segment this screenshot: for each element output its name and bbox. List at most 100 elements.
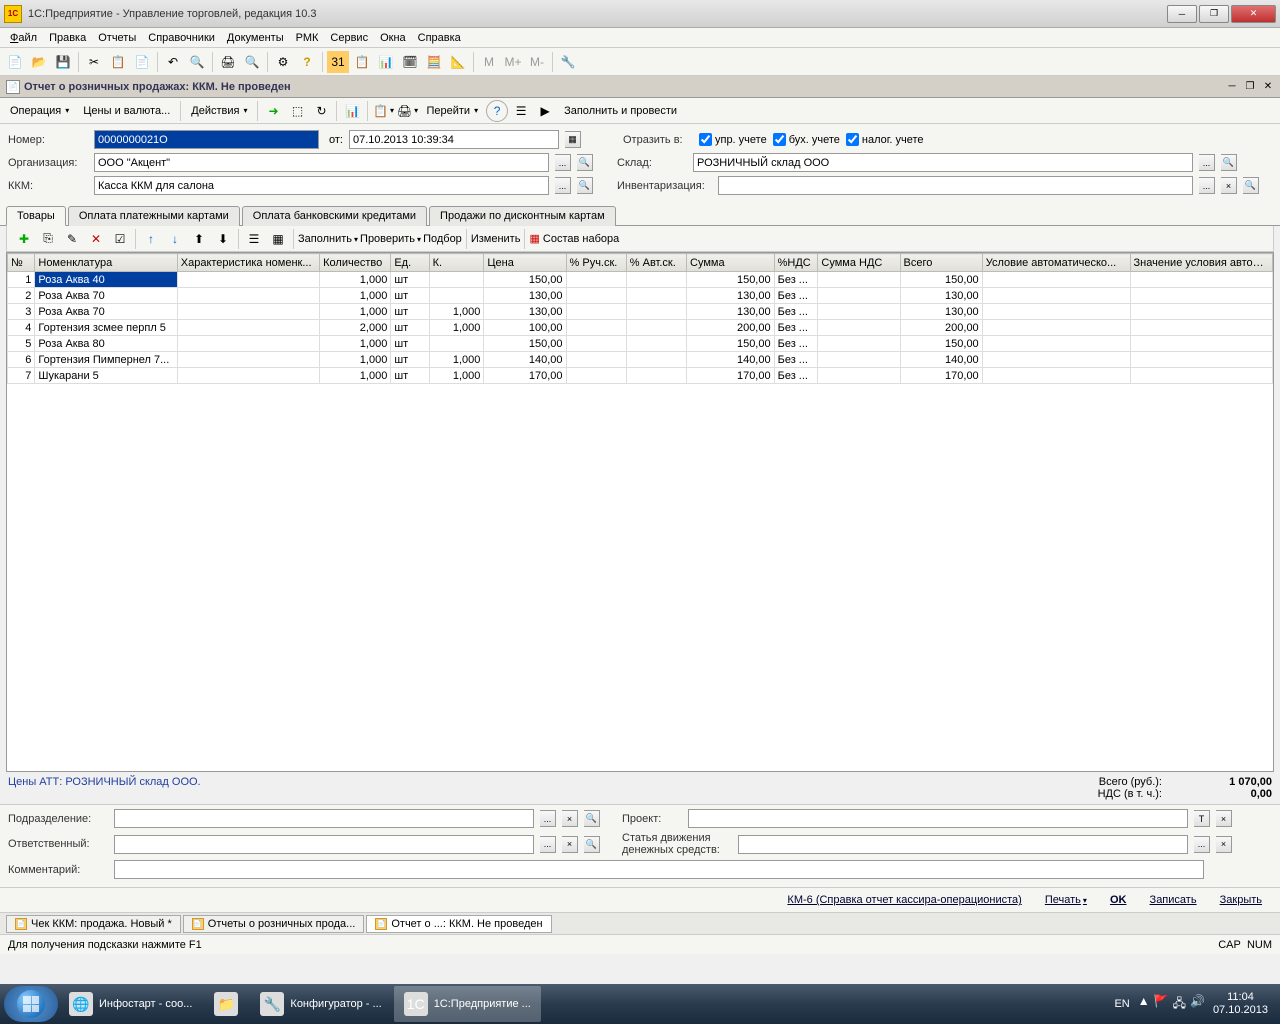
mdi-tab[interactable]: 📄Чек ККМ: продажа. Новый *: [6, 915, 181, 933]
tool3-icon[interactable]: 📊: [375, 51, 397, 73]
menu-help[interactable]: Справка: [412, 30, 467, 46]
otv-input[interactable]: [114, 835, 534, 854]
kkm-input[interactable]: Касса ККМ для салона: [94, 176, 549, 195]
invent-open-icon[interactable]: 🔍: [1243, 177, 1259, 194]
find-icon[interactable]: 🔍: [186, 51, 208, 73]
col-header[interactable]: Ед.: [391, 254, 429, 272]
podr-open-icon[interactable]: 🔍: [584, 810, 600, 827]
menu-rmk[interactable]: РМК: [290, 30, 325, 46]
podr-input[interactable]: [114, 809, 534, 828]
date-input[interactable]: 07.10.2013 10:39:34: [349, 130, 559, 149]
change-button[interactable]: Изменить: [471, 233, 521, 245]
tool6-icon[interactable]: 📐: [447, 51, 469, 73]
calendar-icon[interactable]: 31: [327, 51, 349, 73]
otv-clear-icon[interactable]: ×: [562, 836, 578, 853]
save-button[interactable]: Записать: [1140, 891, 1207, 909]
col-header[interactable]: Характеристика номенк...: [177, 254, 319, 272]
col-header[interactable]: Сумма НДС: [818, 254, 900, 272]
col-header[interactable]: К.: [429, 254, 484, 272]
operation-button[interactable]: Операция: [4, 103, 75, 119]
minimize-button[interactable]: ─: [1167, 5, 1197, 23]
table-row[interactable]: 5Роза Аква 801,000шт150,00150,00Без ...1…: [8, 336, 1273, 352]
tab-credits[interactable]: Оплата банковскими кредитами: [242, 206, 427, 226]
mark-row-icon[interactable]: ☑: [109, 228, 131, 250]
sklad-open-icon[interactable]: 🔍: [1221, 154, 1237, 171]
chk-buh[interactable]: бух. учете: [773, 133, 840, 146]
stat-select-icon[interactable]: ...: [1194, 836, 1210, 853]
table-row[interactable]: 6Гортензия Пимпернел 7...1,000шт1,000140…: [8, 352, 1273, 368]
kom-input[interactable]: [114, 860, 1204, 879]
col-header[interactable]: Всего: [900, 254, 982, 272]
copy-row-icon[interactable]: ⎘: [37, 228, 59, 250]
km6-button[interactable]: КМ-6 (Справка отчет кассира-операционист…: [777, 891, 1031, 909]
tool4-icon[interactable]: 🗓: [399, 51, 421, 73]
props-icon[interactable]: ☰: [510, 100, 532, 122]
col-header[interactable]: Количество: [320, 254, 391, 272]
tray-clock[interactable]: 11:04 07.10.2013: [1213, 991, 1268, 1017]
chk-nalog[interactable]: налог. учете: [846, 133, 924, 146]
col-header[interactable]: Условие автоматическо...: [982, 254, 1130, 272]
menu-service[interactable]: Сервис: [324, 30, 374, 46]
maximize-button[interactable]: ❐: [1199, 5, 1229, 23]
table-row[interactable]: 7Шукарани 51,000шт1,000170,00170,00Без .…: [8, 368, 1273, 384]
m-plus-icon[interactable]: M+: [502, 51, 524, 73]
print2-icon[interactable]: 🖨: [396, 100, 418, 122]
col-header[interactable]: Сумма: [687, 254, 775, 272]
proj-clear-icon[interactable]: ×: [1216, 810, 1232, 827]
move-down-icon[interactable]: ↓: [164, 228, 186, 250]
struct-icon[interactable]: 📊: [341, 100, 363, 122]
col-header[interactable]: Значение условия автом...: [1130, 254, 1272, 272]
org-input[interactable]: ООО "Акцент": [94, 153, 549, 172]
tray-flag-icon[interactable]: 🚩: [1154, 994, 1169, 1015]
invent-select-icon[interactable]: ...: [1199, 177, 1215, 194]
m-icon[interactable]: M: [478, 51, 500, 73]
col-header[interactable]: % Авт.ск.: [626, 254, 686, 272]
number-input[interactable]: 0000000021О: [94, 130, 319, 149]
calc-icon[interactable]: 🧮: [423, 51, 445, 73]
paste-icon[interactable]: 📄: [131, 51, 153, 73]
col-header[interactable]: %НДС: [774, 254, 818, 272]
cut-icon[interactable]: ✂: [83, 51, 105, 73]
move-up-icon[interactable]: ↑: [140, 228, 162, 250]
sklad-input[interactable]: РОЗНИЧНЫЙ склад ООО: [693, 153, 1193, 172]
fill-button[interactable]: Заполнить: [298, 233, 358, 245]
m-minus-icon[interactable]: M-: [526, 51, 548, 73]
chk-upr[interactable]: упр. учете: [699, 133, 767, 146]
unpost-icon[interactable]: ⬚: [286, 100, 308, 122]
goods-grid[interactable]: №НоменклатураХарактеристика номенк...Кол…: [6, 252, 1274, 772]
tool2-icon[interactable]: 📋: [351, 51, 373, 73]
otv-open-icon[interactable]: 🔍: [584, 836, 600, 853]
invent-clear-icon[interactable]: ×: [1221, 177, 1237, 194]
podr-select-icon[interactable]: ...: [540, 810, 556, 827]
new-icon[interactable]: 📄: [4, 51, 26, 73]
taskbar-item[interactable]: 📁: [204, 986, 248, 1022]
close-button[interactable]: ✕: [1231, 5, 1276, 23]
open-icon[interactable]: 📂: [28, 51, 50, 73]
menu-windows[interactable]: Окна: [374, 30, 412, 46]
help2-icon[interactable]: ?: [486, 100, 508, 122]
tab-discount[interactable]: Продажи по дисконтным картам: [429, 206, 616, 226]
menu-reports[interactable]: Отчеты: [92, 30, 142, 46]
grid-cols-icon[interactable]: ▦: [267, 228, 289, 250]
grid-view-icon[interactable]: ☰: [243, 228, 265, 250]
tray-up-icon[interactable]: ▲: [1138, 994, 1150, 1015]
refresh-icon[interactable]: ↻: [310, 100, 332, 122]
delete-row-icon[interactable]: ✕: [85, 228, 107, 250]
org-open-icon[interactable]: 🔍: [577, 154, 593, 171]
mdi-tab[interactable]: 📄Отчеты о розничных прода...: [183, 915, 365, 933]
col-header[interactable]: Цена: [484, 254, 566, 272]
save-icon[interactable]: 💾: [52, 51, 74, 73]
actions-button[interactable]: Действия: [185, 103, 253, 119]
taskbar-item[interactable]: 🌐Инфостарт - соо...: [59, 986, 202, 1022]
print-icon[interactable]: 🖨: [217, 51, 239, 73]
sort-desc-icon[interactable]: ⬇: [212, 228, 234, 250]
table-row[interactable]: 4Гортензия зсмее перпл 52,000шт1,000100,…: [8, 320, 1273, 336]
table-row[interactable]: 2Роза Аква 701,000шт130,00130,00Без ...1…: [8, 288, 1273, 304]
invent-input[interactable]: [718, 176, 1193, 195]
date-picker-icon[interactable]: ▦: [565, 131, 581, 148]
stat-clear-icon[interactable]: ×: [1216, 836, 1232, 853]
preview-icon[interactable]: 🔍: [241, 51, 263, 73]
col-header[interactable]: Номенклатура: [35, 254, 177, 272]
cfg-icon[interactable]: ⚙: [272, 51, 294, 73]
tray-sound-icon[interactable]: 🔊: [1190, 994, 1205, 1015]
